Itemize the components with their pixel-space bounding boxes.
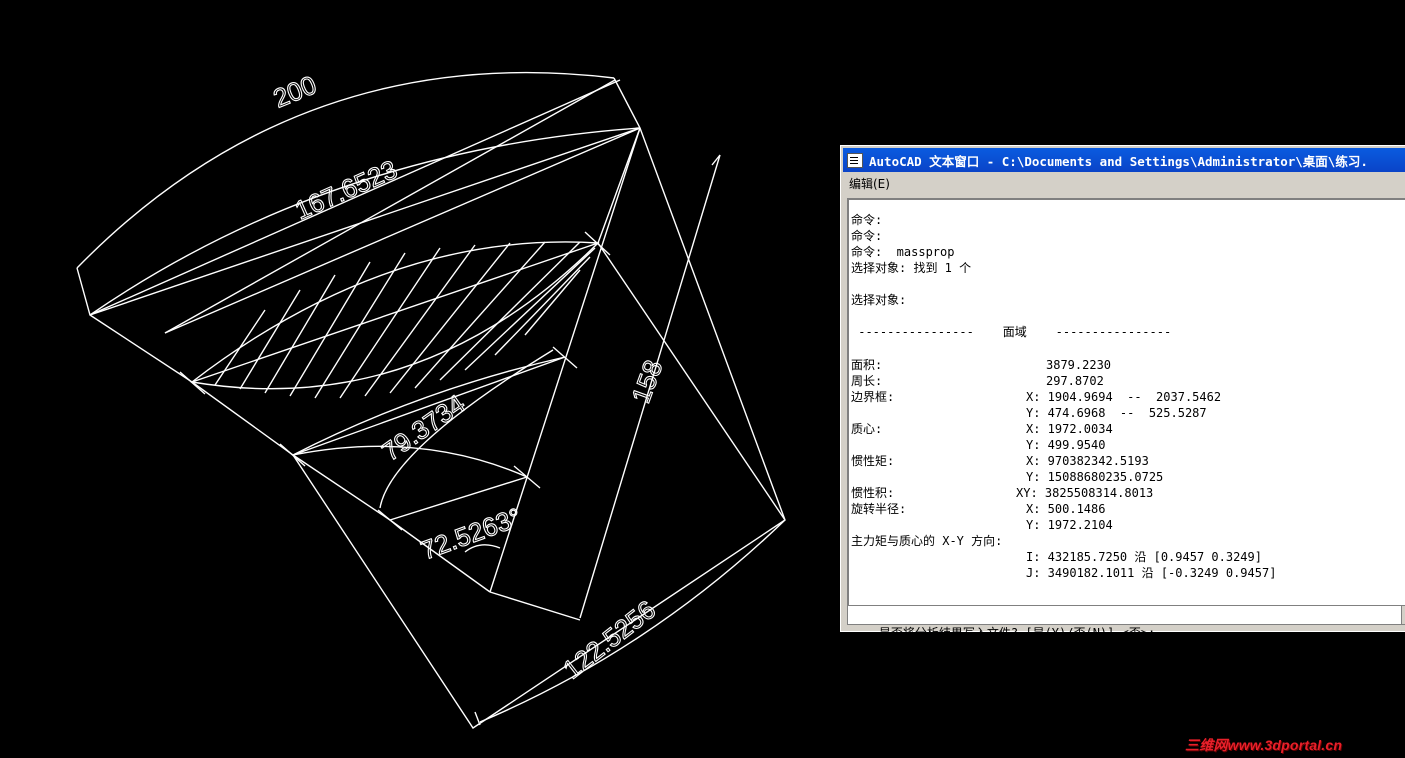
dimension-lines (164, 79, 786, 723)
history-line: 惯性积: XY: 3825508314.8013 (851, 485, 1153, 501)
history-line-label: 面积: (851, 358, 883, 372)
history-line-value: Y: 15088680235.0725 (1026, 470, 1164, 484)
history-line: I: 432185.7250 沿 [0.9457 0.3249] (851, 549, 1262, 565)
history-line-value: XY: 3825508314.8013 (1016, 486, 1154, 500)
history-line: 命令: (851, 212, 882, 228)
history-line: 选择对象: (851, 292, 906, 308)
history-line-value: 选择对象: (851, 293, 907, 307)
history-line-value: Y: 1972.2104 (1026, 518, 1113, 532)
history-line: 命令: massprop (851, 244, 954, 260)
history-line-value: I: 432185.7250 沿 [0.9457 0.3249] (1026, 550, 1262, 564)
history-text-area[interactable]: 命令: 命令: 命令: massprop 选择对象: 找到 1 个选择对象: ----… (847, 198, 1405, 606)
history-line-value: 选择对象: 找到 1 个 (851, 261, 972, 275)
history-line: 命令: (851, 228, 882, 244)
history-line: 面积: 3879.2230 (851, 357, 1111, 373)
inner-line-2 (292, 454, 391, 521)
command-prompt-text: 是否将分析结果写入文件? [是(Y)/否(N)] <否>: (878, 626, 1156, 640)
history-line-value: 3879.2230 (1046, 358, 1112, 372)
menu-edit[interactable]: 编辑(E) (843, 175, 896, 192)
chord-a (89, 127, 641, 316)
history-line-value: X: 500.1486 (1026, 502, 1106, 516)
history-line: Y: 15088680235.0725 (851, 469, 1163, 485)
history-line-value: X: 1972.0034 (1026, 422, 1113, 436)
dim-arc-79: 79.3734 (376, 388, 470, 466)
history-line-value: 命令: massprop (851, 245, 955, 259)
dim-arc-200: 200 (269, 69, 320, 113)
history-line-value: Y: 499.9540 (1026, 438, 1106, 452)
history-line-label: 惯性积: (851, 486, 895, 500)
dim-arc-122: 122.5256 (557, 594, 661, 684)
history-line-label: 主力矩与质心的 X-Y 方向: (851, 534, 1003, 548)
text-window-title: AutoCAD 文本窗口 - C:\Documents and Settings… (869, 153, 1368, 169)
watermark: 三维网www.3dportal.cn (1185, 737, 1343, 753)
inner-line-5 (489, 591, 581, 621)
history-line: 旋转半径: X: 500.1486 (851, 501, 1105, 517)
history-line-value: ---------------- 面域 ---------------- (851, 325, 1172, 339)
arc-200 (76, 71, 615, 269)
history-line: Y: 499.9540 (851, 437, 1105, 453)
history-line: 惯性矩: X: 970382342.5193 (851, 453, 1149, 469)
text-window-icon (847, 152, 863, 168)
history-line-value: Y: 474.6968 -- 525.5287 (1026, 406, 1207, 420)
history-line-value: X: 1904.9694 -- 2037.5462 (1026, 390, 1222, 404)
edge-158-b (597, 242, 786, 521)
scrollbar-stub[interactable] (1401, 606, 1405, 624)
hatch-lines (214, 241, 596, 399)
history-line: J: 3490182.1011 沿 [-0.3249 0.9457] (851, 565, 1276, 581)
text-window-titlebar[interactable]: AutoCAD 文本窗口 - C:\Documents and Settings… (843, 148, 1405, 172)
history-line-label: 质心: (851, 422, 883, 436)
history-line: ---------------- 面域 ---------------- (851, 324, 1171, 340)
history-line: 主力矩与质心的 X-Y 方向: (851, 533, 1046, 549)
history-line-value: 命令: (851, 213, 883, 227)
history-line-value: X: 970382342.5193 (1026, 454, 1149, 468)
history-line-value: J: 3490182.1011 沿 [-0.3249 0.9457] (1026, 566, 1277, 580)
history-line: 边界框: X: 1904.9694 -- 2037.5462 (851, 389, 1221, 405)
history-line-label: 周长: (851, 374, 883, 388)
history-line-label: 惯性矩: (851, 454, 895, 468)
history-line: Y: 474.6968 -- 525.5287 (851, 405, 1207, 421)
history-line: 选择对象: 找到 1 个 (851, 260, 971, 276)
history-line-label: 边界框: (851, 390, 895, 404)
history-line: 周长: 297.8702 (851, 373, 1104, 389)
history-line-value: 命令: (851, 229, 883, 243)
dimension-ticks (179, 154, 721, 726)
dim-angle-72: 72.5263° (417, 502, 525, 566)
command-line-input[interactable]: 是否将分析结果写入文件? [是(Y)/否(N)] <否>: (847, 605, 1405, 640)
history-line-label: 旋转半径: (851, 502, 907, 516)
history-line-value: 297.8702 (1046, 374, 1104, 388)
history-line: Y: 1972.2104 (851, 517, 1113, 533)
history-line: 质心: X: 1972.0034 (851, 421, 1113, 437)
dim-158: 158 (625, 356, 668, 407)
autocad-text-window[interactable]: AutoCAD 文本窗口 - C:\Documents and Settings… (840, 145, 1405, 640)
menubar: 编辑(E) (843, 173, 1405, 193)
